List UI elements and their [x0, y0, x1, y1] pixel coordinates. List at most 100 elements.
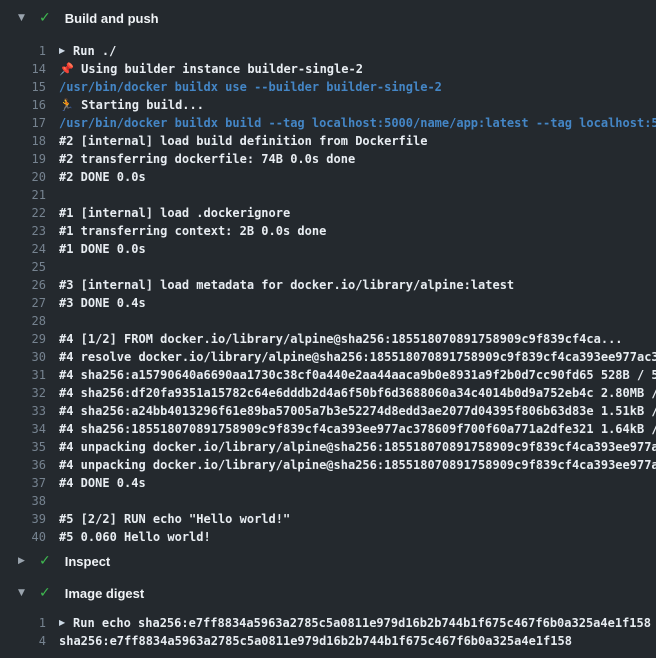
line-number[interactable]: 18 — [0, 134, 46, 148]
chevron-down-icon: ▼ — [18, 14, 29, 23]
log-text: #4 unpacking docker.io/library/alpine@sh… — [59, 440, 656, 454]
log-line: 38 — [0, 492, 656, 510]
line-number[interactable]: 40 — [0, 530, 46, 544]
log-line: 35 #4 unpacking docker.io/library/alpine… — [0, 438, 656, 456]
log-line: 39 #5 [2/2] RUN echo "Hello world!" — [0, 510, 656, 528]
log-text: /usr/bin/docker buildx build --tag local… — [59, 116, 656, 130]
log-line: 14 📌 Using builder instance builder-sing… — [0, 60, 656, 78]
log-text: #1 DONE 0.0s — [59, 242, 146, 256]
line-number[interactable]: 26 — [0, 278, 46, 292]
line-number[interactable]: 30 — [0, 350, 46, 364]
expand-run-icon[interactable]: ▶ — [59, 619, 68, 627]
log-text: #4 [1/2] FROM docker.io/library/alpine@s… — [59, 332, 623, 346]
log-text: 🏃 Starting build... — [59, 98, 204, 112]
line-number[interactable]: 16 — [0, 98, 46, 112]
check-icon: ✓ — [39, 11, 51, 25]
line-number[interactable]: 23 — [0, 224, 46, 238]
log-line: 17 /usr/bin/docker buildx build --tag lo… — [0, 114, 656, 132]
log-text: #2 [internal] load build definition from… — [59, 134, 427, 148]
log-line: 15 /usr/bin/docker buildx use --builder … — [0, 78, 656, 96]
log-line: 24 #1 DONE 0.0s — [0, 240, 656, 258]
log-line: 19 #2 transferring dockerfile: 74B 0.0s … — [0, 150, 656, 168]
section-header-image-digest[interactable]: ▼ ✓ Image digest — [0, 578, 656, 608]
log-text: #2 DONE 0.0s — [59, 170, 146, 184]
line-number[interactable]: 34 — [0, 422, 46, 436]
log-line: 36 #4 unpacking docker.io/library/alpine… — [0, 456, 656, 474]
log-line: 30 #4 resolve docker.io/library/alpine@s… — [0, 348, 656, 366]
section-header-inspect[interactable]: ▶ ✓ Inspect — [0, 548, 656, 574]
line-number[interactable]: 20 — [0, 170, 46, 184]
log-line: 16 🏃 Starting build... — [0, 96, 656, 114]
section-title: Build and push — [65, 11, 159, 26]
line-number[interactable]: 25 — [0, 260, 46, 274]
line-number[interactable]: 17 — [0, 116, 46, 130]
log-text: #4 resolve docker.io/library/alpine@sha2… — [59, 350, 656, 364]
log-section-build-and-push: ▼ ✓ Build and push 1 ▶ Run ./ 14 📌 Using… — [0, 0, 656, 548]
line-number[interactable]: 37 — [0, 476, 46, 490]
log-text: #5 0.060 Hello world! — [59, 530, 211, 544]
log-text: #4 sha256:a15790640a6690aa1730c38cf0a440… — [59, 368, 656, 382]
log-text: 📌 Using builder instance builder-single-… — [59, 62, 363, 76]
log-line: 26 #3 [internal] load metadata for docke… — [0, 276, 656, 294]
line-number[interactable]: 21 — [0, 188, 46, 202]
log-line: 29 #4 [1/2] FROM docker.io/library/alpin… — [0, 330, 656, 348]
log-line: 22 #1 [internal] load .dockerignore — [0, 204, 656, 222]
log-line: 4 sha256:e7ff8834a5963a2785c5a0811e979d1… — [0, 632, 656, 650]
log-line: 33 #4 sha256:a24bb4013296f61e89ba57005a7… — [0, 402, 656, 420]
check-icon: ✓ — [39, 586, 51, 600]
log-line: 1 ▶ Run ./ — [0, 42, 656, 60]
line-number[interactable]: 19 — [0, 152, 46, 166]
log-text: #5 [2/2] RUN echo "Hello world!" — [59, 512, 290, 526]
line-number[interactable]: 29 — [0, 332, 46, 346]
check-icon: ✓ — [39, 554, 51, 568]
log-line: 27 #3 DONE 0.4s — [0, 294, 656, 312]
log-line: 40 #5 0.060 Hello world! — [0, 528, 656, 546]
section-header-build-and-push[interactable]: ▼ ✓ Build and push — [0, 0, 656, 36]
log-line: 31 #4 sha256:a15790640a6690aa1730c38cf0a… — [0, 366, 656, 384]
log-text: #4 sha256:a24bb4013296f61e89ba57005a7b3e… — [59, 404, 656, 418]
line-number[interactable]: 31 — [0, 368, 46, 382]
log-line: 34 #4 sha256:185518070891758909c9f839cf4… — [0, 420, 656, 438]
log-text: sha256:e7ff8834a5963a2785c5a0811e979d16b… — [59, 634, 572, 648]
chevron-right-icon: ▶ — [18, 557, 29, 566]
log-line: 21 — [0, 186, 656, 204]
line-number[interactable]: 15 — [0, 80, 46, 94]
log-text: #4 sha256:df20fa9351a15782c64e6dddb2d4a6… — [59, 386, 656, 400]
log-line: 25 — [0, 258, 656, 276]
line-number[interactable]: 35 — [0, 440, 46, 454]
line-number[interactable]: 32 — [0, 386, 46, 400]
log-text: #1 transferring context: 2B 0.0s done — [59, 224, 326, 238]
log-lines: 1 ▶ Run ./ 14 📌 Using builder instance b… — [0, 36, 656, 548]
log-section-image-digest: ▼ ✓ Image digest 1 ▶ Run echo sha256:e7f… — [0, 578, 656, 658]
line-number[interactable]: 36 — [0, 458, 46, 472]
log-line: 20 #2 DONE 0.0s — [0, 168, 656, 186]
log-line: 37 #4 DONE 0.4s — [0, 474, 656, 492]
log-text: #2 transferring dockerfile: 74B 0.0s don… — [59, 152, 355, 166]
line-number[interactable]: 33 — [0, 404, 46, 418]
log-line: 28 — [0, 312, 656, 330]
log-line: 18 #2 [internal] load build definition f… — [0, 132, 656, 150]
log-text: /usr/bin/docker buildx use --builder bui… — [59, 80, 442, 94]
log-text: #1 [internal] load .dockerignore — [59, 206, 290, 220]
line-number[interactable]: 39 — [0, 512, 46, 526]
log-text: Run ./ — [73, 44, 116, 58]
log-line: 1 ▶ Run echo sha256:e7ff8834a5963a2785c5… — [0, 614, 656, 632]
section-title: Inspect — [65, 554, 111, 569]
line-number[interactable]: 4 — [0, 634, 46, 648]
log-text: #3 DONE 0.4s — [59, 296, 146, 310]
expand-run-icon[interactable]: ▶ — [59, 47, 68, 55]
line-number[interactable]: 24 — [0, 242, 46, 256]
line-number[interactable]: 1 — [0, 616, 46, 630]
log-line: 32 #4 sha256:df20fa9351a15782c64e6dddb2d… — [0, 384, 656, 402]
line-number[interactable]: 28 — [0, 314, 46, 328]
log-text: #3 [internal] load metadata for docker.i… — [59, 278, 514, 292]
line-number[interactable]: 1 — [0, 44, 46, 58]
log-section-inspect: ▶ ✓ Inspect — [0, 548, 656, 574]
line-number[interactable]: 14 — [0, 62, 46, 76]
line-number[interactable]: 27 — [0, 296, 46, 310]
log-line: 23 #1 transferring context: 2B 0.0s done — [0, 222, 656, 240]
workflow-log-viewer: ▼ ✓ Build and push 1 ▶ Run ./ 14 📌 Using… — [0, 0, 656, 658]
log-text: Run echo sha256:e7ff8834a5963a2785c5a081… — [73, 616, 651, 630]
line-number[interactable]: 22 — [0, 206, 46, 220]
line-number[interactable]: 38 — [0, 494, 46, 508]
